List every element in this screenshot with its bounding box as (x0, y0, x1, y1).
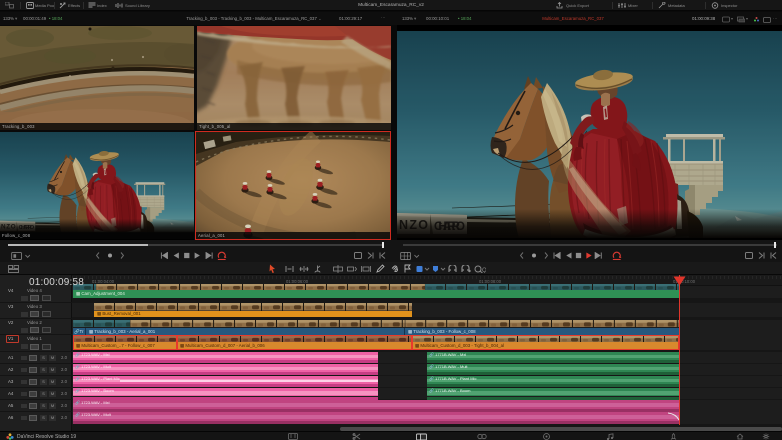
svg-text:Q: Q (482, 268, 486, 273)
